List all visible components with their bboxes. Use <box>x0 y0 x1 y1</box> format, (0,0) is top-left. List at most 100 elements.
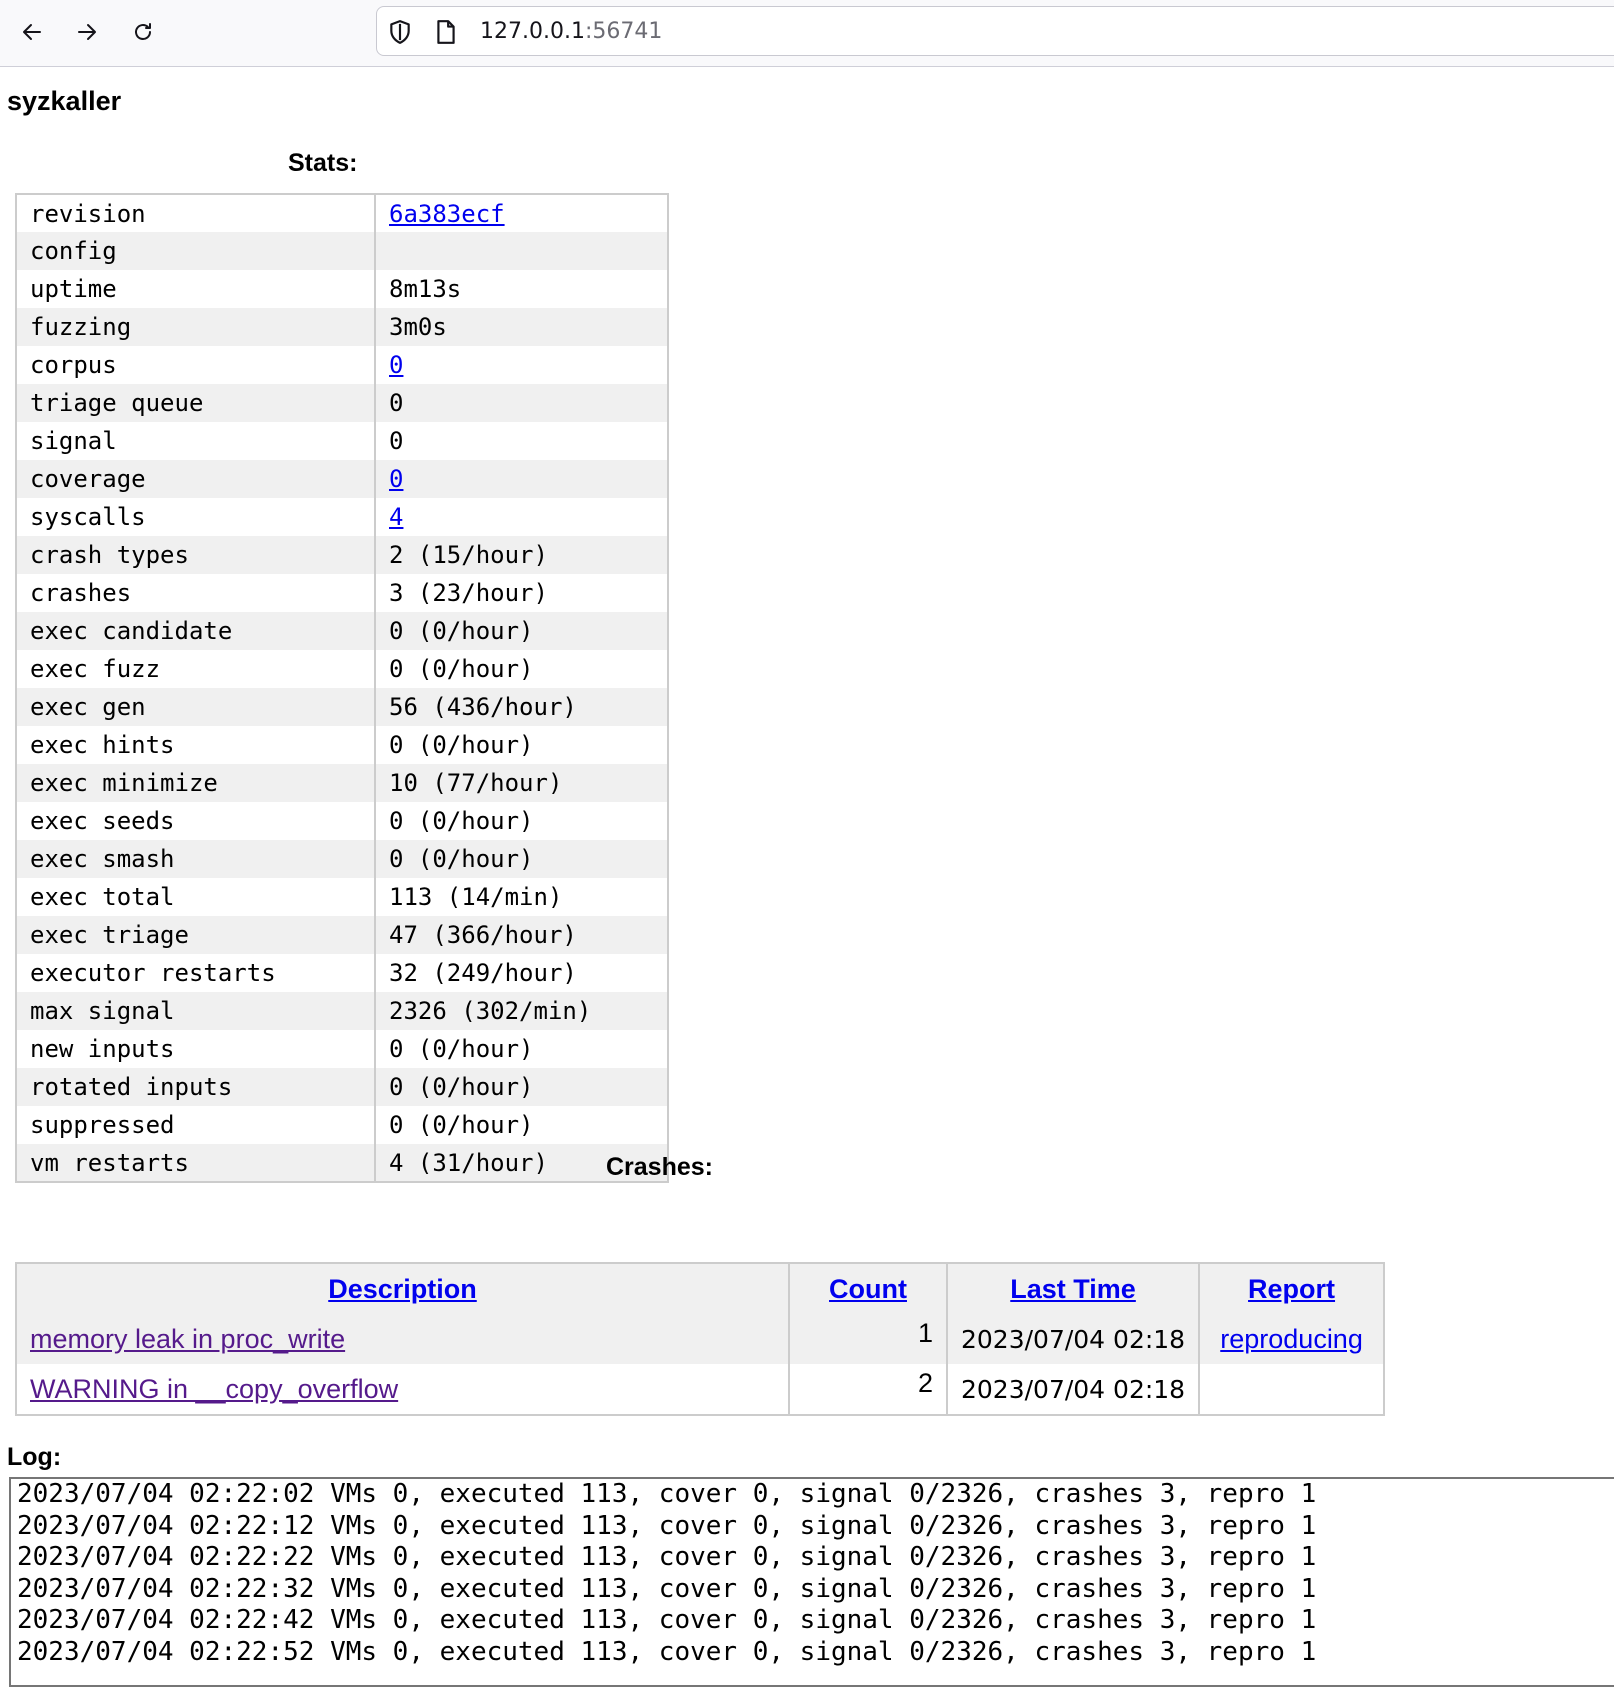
stat-value-cell: 2 (15/hour) <box>375 536 668 574</box>
crash-row: memory leak in proc_write 1 2023/07/04 02:… <box>16 1314 1385 1364</box>
count-sort-link[interactable]: Count <box>829 1274 907 1304</box>
crash-description-cell[interactable]: memory leak in proc_write <box>16 1314 790 1364</box>
crashes-caption: Crashes: <box>606 1153 713 1181</box>
stats-row: fuzzing 3m0s <box>16 308 668 346</box>
stat-key: vm restarts <box>16 1144 376 1182</box>
stat-key: exec minimize <box>16 764 376 802</box>
stats-row: executor restarts 32 (249/hour) <box>16 954 668 992</box>
stat-key: crash types <box>16 536 376 574</box>
crash-description-cell[interactable]: WARNING in __copy_overflow <box>16 1364 790 1415</box>
stat-value-cell: 0 (0/hour) <box>375 612 668 650</box>
stats-row: vm restarts 4 (31/hour) <box>16 1144 668 1182</box>
crash-row: WARNING in __copy_overflow 2 2023/07/04 02… <box>16 1364 1385 1415</box>
stat-value-cell: 3 (23/hour) <box>389 579 548 607</box>
stat-key: exec gen <box>16 688 376 726</box>
stat-key: exec fuzz <box>16 650 376 688</box>
back-arrow-icon[interactable] <box>14 14 50 50</box>
stat-value-cell: 0 (0/hour) <box>375 1068 668 1106</box>
stats-row: new inputs 0 (0/hour) <box>16 1030 668 1068</box>
stats-caption: Stats: <box>288 149 358 177</box>
browser-toolbar: 127.0.0.1:56741 <box>0 0 1614 67</box>
stat-key: exec total <box>16 878 376 916</box>
stat-value-cell: 113 (14/min) <box>389 883 563 911</box>
log-textarea[interactable]: 2023/07/04 02:22:02 VMs 0, executed 113,… <box>9 1477 1614 1687</box>
stat-key: corpus <box>16 346 376 384</box>
stats-row: config <box>16 232 668 270</box>
reload-icon[interactable] <box>125 14 161 50</box>
stat-value-link[interactable]: 0 <box>389 351 403 379</box>
stat-key: exec seeds <box>16 802 376 840</box>
log-line: 2023/07/04 02:22:12 VMs 0, executed 113,… <box>17 1510 1317 1541</box>
stats-row: exec triage 47 (366/hour) <box>16 916 668 954</box>
stat-key: rotated inputs <box>16 1068 376 1106</box>
stat-value-cell: 0 (0/hour) <box>389 731 534 759</box>
log-line: 2023/07/04 02:22:02 VMs 0, executed 113,… <box>17 1479 1317 1509</box>
stat-value-cell[interactable]: 0 <box>375 346 668 384</box>
crash-report-link[interactable]: reproducing <box>1220 1324 1363 1354</box>
stat-key: suppressed <box>16 1106 376 1144</box>
stat-value-cell: 0 (0/hour) <box>375 840 668 878</box>
log-line: 2023/07/04 02:22:32 VMs 0, executed 113,… <box>17 1573 1317 1604</box>
crash-last-time: 2023/07/04 02:18 <box>947 1314 1201 1364</box>
last-time-header[interactable]: Last Time <box>947 1263 1201 1314</box>
stat-value-cell[interactable]: 4 <box>375 498 668 536</box>
stats-row: exec seeds 0 (0/hour) <box>16 802 668 840</box>
stat-key: coverage <box>16 460 376 498</box>
stat-value-cell <box>375 232 668 270</box>
stat-value-link[interactable]: 0 <box>389 465 403 493</box>
count-header[interactable]: Count <box>789 1263 948 1314</box>
stats-row: triage queue 0 <box>16 384 668 422</box>
stat-value-cell[interactable]: 6a383ecf <box>375 194 668 232</box>
stat-value-cell: 32 (249/hour) <box>389 959 577 987</box>
stats-row: exec gen 56 (436/hour) <box>16 688 668 726</box>
shield-icon[interactable] <box>387 19 413 45</box>
crash-description-link[interactable]: memory leak in proc_write <box>30 1324 345 1354</box>
stat-value-cell: 8m13s <box>389 275 462 303</box>
stat-value-link[interactable]: 6a383ecf <box>389 200 505 228</box>
stats-row: corpus 0 <box>16 346 668 384</box>
stats-row: exec candidate 0 (0/hour) <box>16 612 668 650</box>
stat-value-link[interactable]: 4 <box>389 503 403 531</box>
stat-key: exec candidate <box>16 612 376 650</box>
crash-count: 2 <box>789 1364 948 1415</box>
stats-row: signal 0 <box>16 422 668 460</box>
stats-row: exec fuzz 0 (0/hour) <box>16 650 668 688</box>
log-line: 2023/07/04 02:22:52 VMs 0, executed 113,… <box>17 1636 1317 1667</box>
forward-arrow-icon[interactable] <box>69 14 105 50</box>
stats-row: crash types 2 (15/hour) <box>16 536 668 574</box>
stat-key: fuzzing <box>16 308 376 346</box>
stats-row: exec hints 0 (0/hour) <box>16 726 668 764</box>
url-host: 127.0.0.1 <box>480 19 585 44</box>
stats-row: revision 6a383ecf <box>16 194 668 232</box>
crash-report-cell[interactable]: reproducing <box>1199 1314 1385 1364</box>
report-sort-link[interactable]: Report <box>1248 1274 1335 1304</box>
log-line: 2023/07/04 02:22:22 VMs 0, executed 113,… <box>17 1542 1317 1572</box>
report-header[interactable]: Report <box>1199 1263 1385 1314</box>
stat-value-cell: 0 <box>375 384 668 422</box>
stat-key: exec smash <box>16 840 376 878</box>
stats-row: rotated inputs 0 (0/hour) <box>16 1068 668 1106</box>
stat-key: syscalls <box>16 498 376 536</box>
stat-value-cell: 56 (436/hour) <box>375 688 668 726</box>
crash-description-link[interactable]: WARNING in __copy_overflow <box>30 1374 398 1404</box>
last-time-sort-link[interactable]: Last Time <box>1010 1274 1136 1304</box>
url-port: :56741 <box>584 19 663 44</box>
stat-key: new inputs <box>16 1030 376 1068</box>
stat-key: triage queue <box>16 384 376 422</box>
description-sort-link[interactable]: Description <box>328 1274 477 1304</box>
stat-value-cell[interactable]: 0 <box>375 460 668 498</box>
stat-key: max signal <box>16 992 376 1030</box>
url-bar[interactable]: 127.0.0.1:56741 <box>376 6 1614 56</box>
stats-row: exec total 113 (14/min) <box>16 878 668 916</box>
stats-row: exec smash 0 (0/hour) <box>16 840 668 878</box>
stat-value-cell: 47 (366/hour) <box>375 916 668 954</box>
stat-value-cell: 0 (0/hour) <box>389 655 534 683</box>
stats-row: syscalls 4 <box>16 498 668 536</box>
crashes-table: Description Count Last Time Report memor… <box>15 1262 1385 1416</box>
stats-row: suppressed 0 (0/hour) <box>16 1106 668 1144</box>
description-header[interactable]: Description <box>16 1263 790 1314</box>
stat-value-cell: 0 (0/hour) <box>389 807 534 835</box>
stats-table: revision 6a383ecf config uptime 8m13s fuzzing… <box>15 193 669 1183</box>
url-text[interactable]: 127.0.0.1:56741 <box>480 19 662 45</box>
log-line: 2023/07/04 02:22:42 VMs 0, executed 113,… <box>17 1605 1317 1635</box>
